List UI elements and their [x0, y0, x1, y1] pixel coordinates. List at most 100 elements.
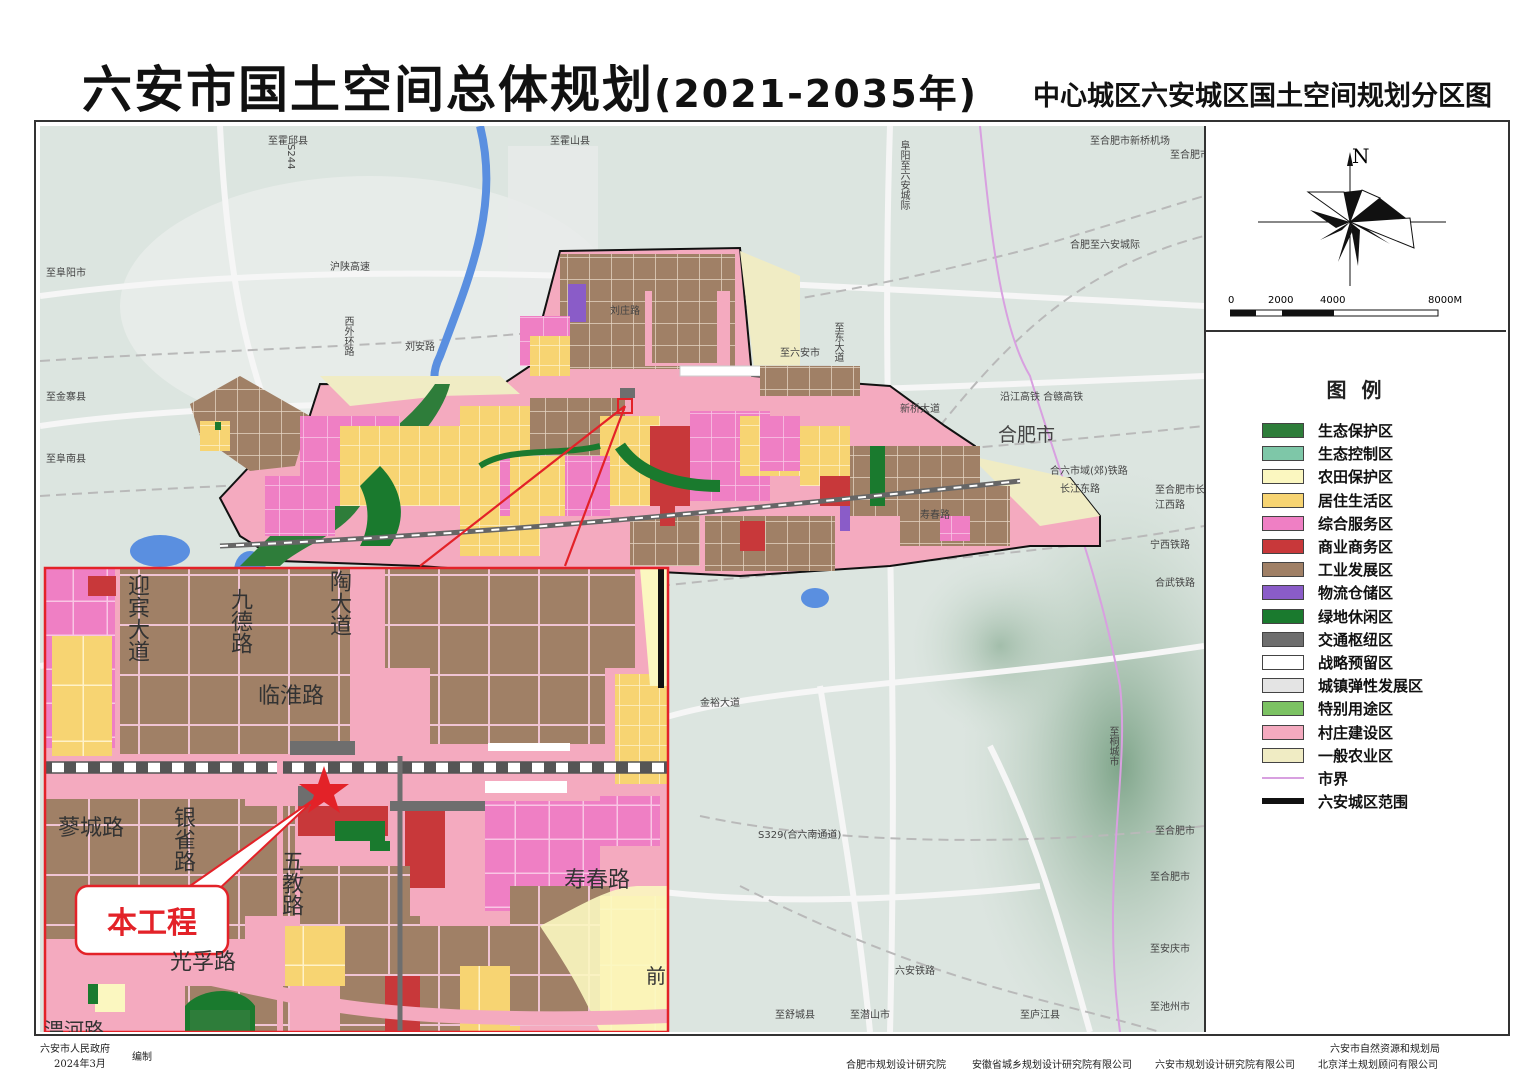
footer-org-1: 合肥市规划设计研究院	[846, 1060, 946, 1071]
legend-label: 交通枢纽区	[1318, 630, 1394, 649]
scale-bar	[1230, 309, 1439, 317]
label-road-33: 至阜南县	[46, 454, 86, 465]
legend-label: 物流仓储区	[1318, 584, 1394, 603]
legend-label: 六安城区范围	[1318, 793, 1409, 812]
title-main-text: 六安市国土空间总体规划	[82, 61, 654, 119]
inset-label-jiude: 九德路	[227, 588, 252, 654]
inset-label-linhuai: 临淮路	[258, 684, 325, 709]
legend-item: 居住生活区	[1262, 489, 1423, 512]
legend-swatch	[1262, 585, 1304, 601]
scale-tick-3: 8000M	[1428, 295, 1463, 306]
inset-label-tao: 陶大道	[326, 570, 351, 636]
label-road-12: 至合肥市长江西路	[1155, 485, 1204, 511]
legend-label: 生态控制区	[1318, 445, 1394, 464]
legend-swatch	[1262, 539, 1304, 555]
inset-label-wujiao: 五教路	[278, 850, 303, 916]
legend-label: 生态保护区	[1318, 422, 1394, 441]
legend-swatch	[1262, 654, 1304, 670]
legend-label: 居住生活区	[1318, 491, 1394, 510]
label-road-10: 合六市域(郊)铁路	[1050, 466, 1128, 477]
label-road-30: 刘庄路	[610, 306, 640, 317]
legend-swatch	[1262, 423, 1304, 439]
label-road-16: S329(合六南通道)	[758, 830, 842, 841]
legend-swatch	[1262, 678, 1304, 694]
legend-swatch	[1262, 747, 1304, 763]
legend-list: 生态保护区生态控制区 农田保护区居住生活区综合服务区商业商务区工业发展区物流仓储区…	[1262, 419, 1423, 813]
legend-swatch	[1262, 794, 1304, 810]
label-road-17: 至合肥市	[1155, 826, 1195, 837]
label-road-4: 至阜阳市	[46, 268, 86, 279]
map-graphic	[40, 126, 1204, 1032]
subtitle: 中心城区六安城区国土空间规划分区图	[1033, 81, 1492, 112]
legend-item: 市界	[1262, 767, 1423, 790]
label-road-21: 至庐江县	[1020, 1010, 1060, 1021]
side-panel: N 0 2000 4000 8000M 图 例 生态保护区生态控制区 农田保护区居…	[1204, 126, 1506, 1032]
label-road-14: 合武铁路	[1155, 578, 1195, 589]
legend-swatch	[1262, 469, 1304, 485]
legend-label: 综合服务区	[1318, 514, 1394, 533]
footer-org-3: 六安市规划设计研究院有限公司	[1155, 1060, 1295, 1071]
legend-item: 农田保护区	[1262, 465, 1423, 488]
project-label[interactable]: 本工程	[76, 898, 228, 942]
label-road-7: 至合肥市新桥机场	[1090, 136, 1170, 147]
north-label: N	[1352, 144, 1370, 168]
label-road-25: 至合肥市	[1150, 872, 1190, 883]
legend-item: 物流仓储区	[1262, 581, 1423, 604]
legend-label: 绿地休闲区	[1318, 607, 1394, 626]
legend-title: 图 例	[1326, 378, 1386, 402]
footer-left-action: 编制	[132, 1052, 152, 1063]
inset-label-shouchun: 寿春路	[564, 868, 631, 893]
label-road-24: 至安庆市	[1150, 944, 1190, 955]
legend-swatch	[1262, 492, 1304, 508]
legend-swatch	[1262, 608, 1304, 624]
label-road-2: S244	[285, 144, 296, 170]
legend-swatch	[1262, 562, 1304, 578]
legend-swatch	[1262, 631, 1304, 647]
legend-item: 战略预留区	[1262, 651, 1423, 674]
label-road-31: 西外环路	[342, 316, 353, 356]
legend-label: 工业发展区	[1318, 561, 1394, 580]
footer-right-top: 六安市自然资源和规划局	[1330, 1044, 1440, 1055]
label-road-3: 沪陕高速	[330, 262, 370, 273]
footer-left-org: 六安市人民政府	[40, 1044, 110, 1055]
inset-label-yinque: 银雀路	[170, 806, 195, 872]
legend-label: 城镇弹性发展区	[1318, 677, 1424, 696]
legend-label: 特别用途区	[1318, 700, 1394, 719]
label-hefei: 合肥市	[998, 424, 1056, 446]
scale-tick-1: 2000	[1268, 295, 1294, 306]
legend-item: 城镇弹性发展区	[1262, 674, 1423, 697]
label-road-13: 宁西铁路	[1150, 540, 1190, 551]
legend-item: 六安城区范围	[1262, 790, 1423, 813]
legend-item: 生态保护区	[1262, 419, 1423, 442]
label-road-28: 至桐城市	[1107, 726, 1118, 766]
legend-label: 一般农业区	[1318, 746, 1394, 765]
inset-label-qian: 前	[646, 964, 666, 988]
main-title: 六安市国土空间总体规划(2021-2035年)	[82, 50, 978, 122]
inset-label-liaocheng: 蓼城路	[58, 816, 125, 841]
scale-tick-0: 0	[1228, 295, 1235, 306]
label-road-11: 长江东路	[1060, 484, 1100, 495]
legend-item: 村庄建设区	[1262, 720, 1423, 743]
legend-label: 商业商务区	[1318, 538, 1394, 557]
label-road-6: 至霍山县	[550, 136, 590, 147]
inset-label-guangfu: 光孚路	[170, 950, 237, 975]
legend-swatch	[1262, 446, 1304, 462]
map-canvas[interactable]: 至霍邱县 S244 沪陕高速 至阜阳市 刘安路 至霍山县 至合肥市新桥机场 至合…	[40, 126, 1204, 1032]
legend-item: 综合服务区	[1262, 512, 1423, 535]
legend-item: 商业商务区	[1262, 535, 1423, 558]
label-road-9: 沿江高铁 合赣高铁	[1000, 392, 1084, 403]
label-road-27: 合肥至六安城际	[1070, 240, 1140, 251]
label-road-32: 至东大道	[832, 322, 843, 362]
label-road-18: 六安铁路	[895, 966, 935, 977]
inset-label-yingbin: 迎宾大道	[124, 574, 149, 662]
legend-item: 绿地休闲区	[1262, 605, 1423, 628]
label-road-8: 至合肥市	[1170, 150, 1204, 161]
footer-org-2: 安徽省城乡规划设计研究院有限公司	[972, 1060, 1132, 1071]
legend-item: 交通枢纽区	[1262, 628, 1423, 651]
footer-left-date: 2024年3月	[54, 1059, 106, 1070]
label-road-29: 新桥大道	[900, 404, 940, 415]
legend-label: 村庄建设区	[1318, 723, 1394, 742]
legend-item: 一般农业区	[1262, 744, 1423, 767]
legend-item: 工业发展区	[1262, 558, 1423, 581]
compass-scale-box: N 0 2000 4000 8000M	[1206, 126, 1506, 332]
